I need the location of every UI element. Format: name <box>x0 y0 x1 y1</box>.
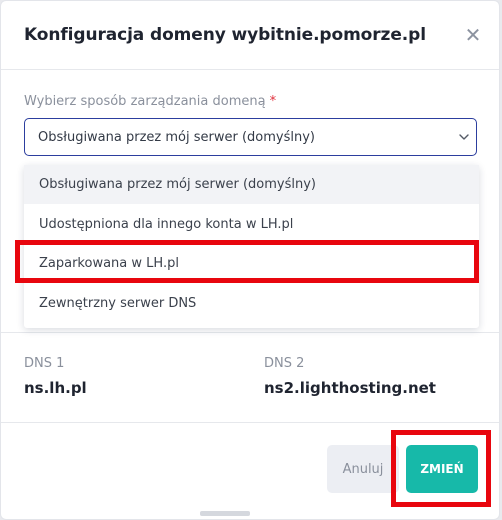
management-method-label: Wybierz sposób zarządzania domeną * <box>24 94 276 109</box>
dialog-header: Konfiguracja domeny wybitnie.pomorze.pl … <box>1 1 499 70</box>
select-value: Obsługiwana przez mój serwer (domyślny) <box>38 130 315 145</box>
domain-config-dialog: Konfiguracja domeny wybitnie.pomorze.pl … <box>0 0 500 520</box>
management-method-label-text: Wybierz sposób zarządzania domeną <box>24 94 266 109</box>
option-own-server[interactable]: Obsługiwana przez mój serwer (domyślny) <box>24 165 479 204</box>
management-method-dropdown: Obsługiwana przez mój serwer (domyślny) … <box>24 165 479 328</box>
dialog-title: Konfiguracja domeny wybitnie.pomorze.pl <box>24 25 426 45</box>
dns2-label: DNS 2 <box>264 356 305 371</box>
option-shared-account[interactable]: Udostępniona dla innego konta w LH.pl <box>24 205 479 244</box>
change-button[interactable]: ZMIEŃ <box>406 445 478 493</box>
close-icon[interactable]: ✕ <box>463 25 483 45</box>
chevron-down-icon <box>459 134 469 140</box>
divider <box>1 332 499 333</box>
resize-grip <box>200 511 250 516</box>
footer-divider <box>1 422 499 423</box>
dns1-label: DNS 1 <box>24 356 65 371</box>
cancel-button[interactable]: Anuluj <box>327 445 399 493</box>
option-external-dns[interactable]: Zewnętrzny serwer DNS <box>24 284 479 323</box>
dns1-value: ns.lh.pl <box>24 379 87 397</box>
option-parked[interactable]: Zaparkowana w LH.pl <box>24 244 479 283</box>
required-marker: * <box>269 94 277 109</box>
dns2-value: ns2.lighthosting.net <box>264 379 436 397</box>
management-method-select[interactable]: Obsługiwana przez mój serwer (domyślny) <box>24 118 477 156</box>
